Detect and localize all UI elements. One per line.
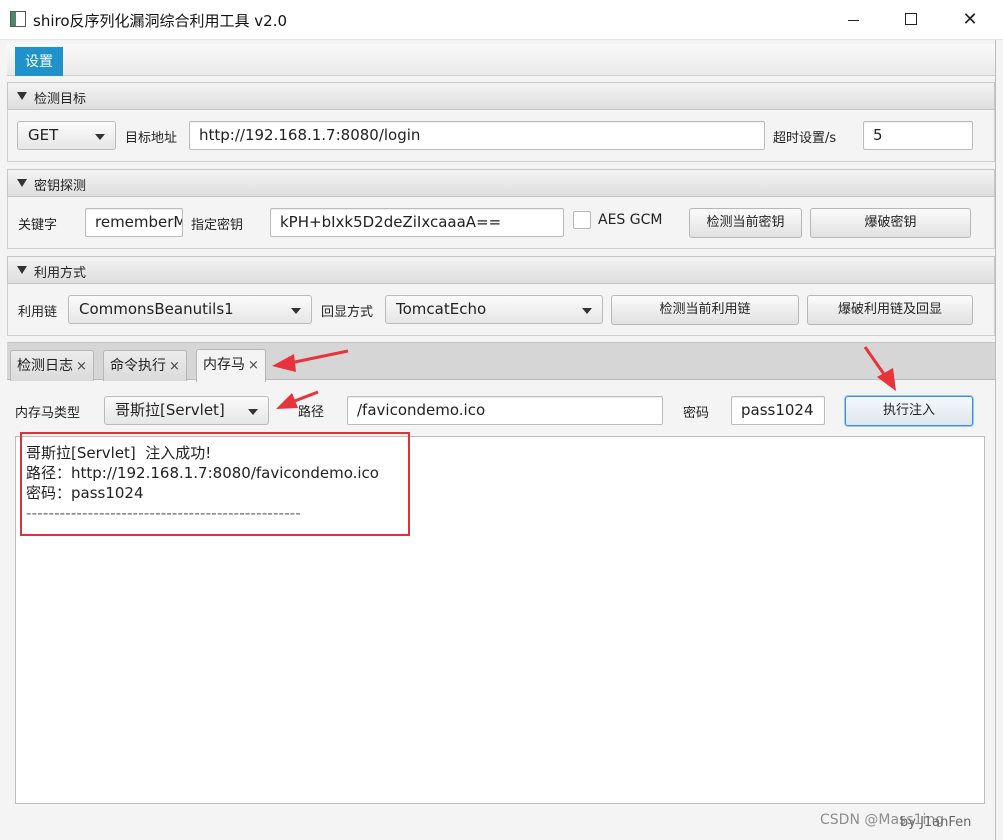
menu-bar: 设置 xyxy=(7,44,995,76)
brute-key-button[interactable]: 爆破密钥 xyxy=(810,208,971,238)
key-field[interactable]: kPH+bIxk5D2deZiIxcaaaA== xyxy=(270,208,564,237)
echo-label: 回显方式 xyxy=(321,305,374,320)
chevron-down-icon xyxy=(248,409,258,415)
exploit-pane-title: 利用方式 xyxy=(34,266,87,281)
key-pane-body: 关键字 rememberMe 指定密钥 kPH+bIxk5D2deZiIxcaa… xyxy=(7,197,995,249)
aes-gcm-label: AES GCM xyxy=(598,212,663,228)
method-select[interactable]: GET xyxy=(17,121,116,150)
collapse-arrow-icon xyxy=(17,179,27,187)
tab-label: 内存马 xyxy=(203,357,245,373)
target-pane-body: GET 目标地址 http://192.168.1.7:8080/login 超… xyxy=(7,110,995,162)
window-edge xyxy=(995,40,1003,840)
path-field[interactable]: /favicondemo.ico xyxy=(347,396,663,425)
collapse-arrow-icon xyxy=(17,92,27,100)
chevron-down-icon xyxy=(582,308,592,314)
key-pane-header[interactable]: 密钥探测 xyxy=(7,169,995,197)
timeout-label: 超时设置/s xyxy=(773,131,837,146)
close-button[interactable]: ✕ xyxy=(947,5,993,35)
close-icon: ✕ xyxy=(962,9,978,30)
annotation-highlight-box xyxy=(20,432,410,536)
echo-select[interactable]: TomcatEcho xyxy=(385,295,603,324)
chevron-down-icon xyxy=(95,134,105,140)
brute-chain-button[interactable]: 爆破利用链及回显 xyxy=(807,295,973,325)
keyword-label: 关键字 xyxy=(18,218,58,233)
keyword-field[interactable]: rememberMe xyxy=(85,208,183,237)
minimize-icon xyxy=(848,20,859,21)
author-label: by J1anFen xyxy=(900,815,972,830)
inject-button[interactable]: 执行注入 xyxy=(845,396,973,426)
minimize-button[interactable] xyxy=(831,5,877,35)
key-pane-title: 密钥探测 xyxy=(34,179,87,194)
window-title: shiro反序列化漏洞综合利用工具 v2.0 xyxy=(33,12,288,30)
tab-label: 检测日志 xyxy=(17,358,73,374)
maximize-button[interactable] xyxy=(889,5,935,35)
chevron-down-icon xyxy=(291,308,301,314)
title-bar: shiro反序列化漏洞综合利用工具 v2.0 ✕ xyxy=(0,0,1003,40)
detect-chain-button[interactable]: 检测当前利用链 xyxy=(611,295,799,325)
tab-close-icon[interactable]: × xyxy=(248,351,259,381)
tab-close-icon[interactable]: × xyxy=(169,352,180,382)
exploit-pane-body: 利用链 CommonsBeanutils1 回显方式 TomcatEcho 检测… xyxy=(7,284,995,336)
tab-bar: 检测日志 × 命令执行 × 内存马 × xyxy=(7,342,995,382)
method-value: GET xyxy=(28,126,59,144)
memshell-type-select[interactable]: 哥斯拉[Servlet] xyxy=(104,396,269,425)
aes-gcm-checkbox[interactable] xyxy=(573,211,591,229)
url-field[interactable]: http://192.168.1.7:8080/login xyxy=(189,121,765,150)
timeout-field[interactable]: 5 xyxy=(863,121,973,150)
menu-settings[interactable]: 设置 xyxy=(15,47,63,76)
url-label: 目标地址 xyxy=(125,131,178,146)
chain-select[interactable]: CommonsBeanutils1 xyxy=(68,295,312,324)
tab-label: 命令执行 xyxy=(110,358,166,374)
tab-memshell[interactable]: 内存马 × xyxy=(196,349,266,382)
target-pane-header[interactable]: 检测目标 xyxy=(7,82,995,110)
password-label: 密码 xyxy=(683,406,710,421)
chain-value: CommonsBeanutils1 xyxy=(79,300,234,318)
maximize-icon xyxy=(905,13,917,25)
exploit-pane-header[interactable]: 利用方式 xyxy=(7,256,995,284)
password-field[interactable]: pass1024 xyxy=(731,396,825,425)
memshell-type-label: 内存马类型 xyxy=(15,406,81,421)
memshell-type-value: 哥斯拉[Servlet] xyxy=(115,401,225,419)
client-area: 设置 检测目标 GET 目标地址 http://192.168.1.7:8080… xyxy=(0,40,995,840)
chain-label: 利用链 xyxy=(18,305,58,320)
echo-value: TomcatEcho xyxy=(396,300,487,318)
tab-command-exec[interactable]: 命令执行 × xyxy=(103,350,187,381)
tab-detect-log[interactable]: 检测日志 × xyxy=(10,350,94,381)
app-icon xyxy=(10,11,26,27)
target-pane-title: 检测目标 xyxy=(34,92,87,107)
key-label: 指定密钥 xyxy=(191,218,244,233)
collapse-arrow-icon xyxy=(17,266,27,274)
path-label: 路径 xyxy=(298,405,325,420)
tab-close-icon[interactable]: × xyxy=(76,352,87,382)
detect-key-button[interactable]: 检测当前密钥 xyxy=(689,208,802,238)
